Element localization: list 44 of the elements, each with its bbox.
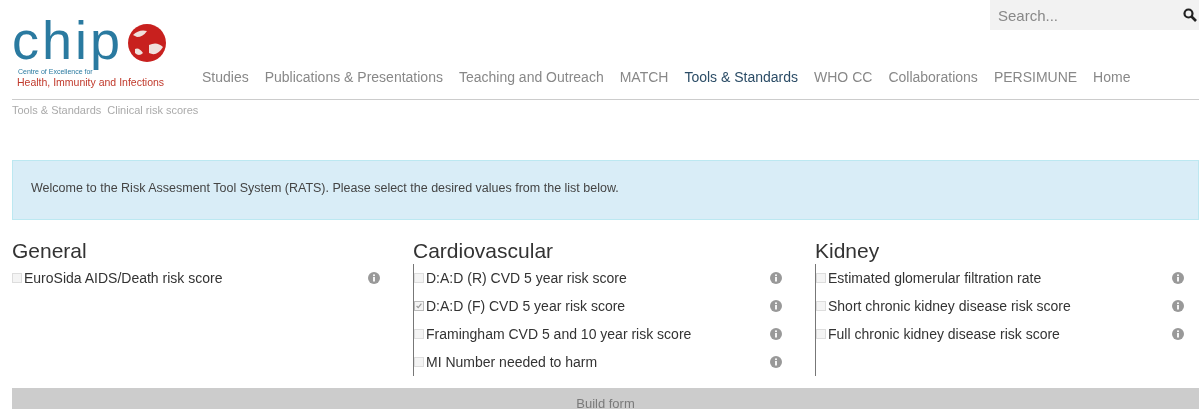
section-heading: General [12, 238, 88, 264]
checkbox-label[interactable]: EuroSida AIDS/Death risk score [24, 270, 368, 286]
checkbox[interactable] [414, 357, 424, 367]
nav-link[interactable]: MATCH [619, 69, 669, 85]
info-icon[interactable] [770, 328, 782, 340]
nav-link[interactable]: PERSIMUNE [993, 69, 1078, 85]
checkbox-label[interactable]: MI Number needed to harm [426, 354, 770, 370]
info-icon[interactable] [770, 300, 782, 312]
search-field[interactable]: Search... [990, 0, 1199, 30]
checkbox-label[interactable]: Short chronic kidney disease risk score [828, 298, 1172, 314]
checkbox-label[interactable]: Framingham CVD 5 and 10 year risk score [426, 326, 770, 342]
nav-link[interactable]: Studies [202, 69, 249, 85]
checkbox[interactable] [816, 273, 826, 283]
info-icon[interactable] [1172, 300, 1184, 312]
search-icon[interactable] [1183, 8, 1197, 22]
nav-link[interactable]: Home [1093, 69, 1131, 85]
checkbox[interactable] [414, 273, 424, 283]
info-icon[interactable] [1172, 272, 1184, 284]
section-heading: Cardiovascular [413, 238, 555, 264]
checkbox[interactable] [12, 273, 22, 283]
info-icon[interactable] [770, 272, 782, 284]
checkbox-label[interactable]: Estimated glomerular filtration rate [828, 270, 1172, 286]
info-icon[interactable] [770, 356, 782, 368]
checkbox[interactable] [414, 301, 424, 311]
checkbox[interactable] [816, 329, 826, 339]
checkbox[interactable] [816, 301, 826, 311]
logo-subtitle: Health, Immunity and Infections [17, 76, 166, 89]
nav-link[interactable]: Collaborations [888, 69, 978, 85]
checkbox-label[interactable]: Full chronic kidney disease risk score [828, 326, 1172, 342]
logo-wordmark: chip [12, 12, 124, 68]
info-icon[interactable] [368, 272, 380, 284]
breadcrumb-link[interactable]: Tools & Standards [12, 104, 102, 160]
info-message: Welcome to the Risk Assesment Tool System (RATS). Please select the desired values from the list below. [12, 160, 1199, 220]
checkbox[interactable] [414, 329, 424, 339]
section-heading: Kidney [815, 238, 881, 264]
nav-link[interactable]: Tools & Standards [684, 69, 799, 85]
checkbox-label[interactable]: D:A:D (R) CVD 5 year risk score [426, 270, 770, 286]
nav-link[interactable]: WHO CC [814, 69, 873, 85]
globe-icon [127, 23, 168, 63]
nav-link[interactable]: Teaching and Outreach [458, 69, 604, 85]
nav-link[interactable]: Publications & Presentations [264, 69, 443, 85]
breadcrumb-link[interactable]: Clinical risk scores [107, 104, 199, 160]
info-icon[interactable] [1172, 328, 1184, 340]
checkbox-label[interactable]: D:A:D (F) CVD 5 year risk score [426, 298, 770, 314]
